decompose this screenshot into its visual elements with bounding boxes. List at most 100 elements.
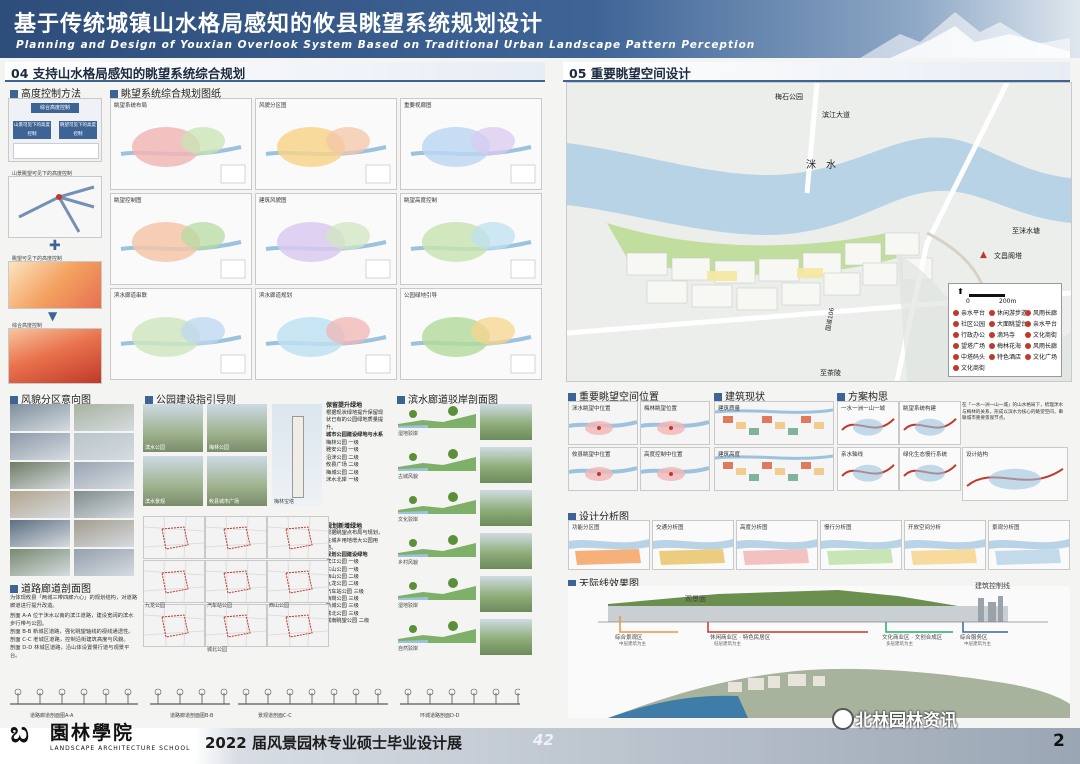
- park-list-item: 新城公园 三级: [326, 603, 359, 610]
- park-list-item: 沿洣公园 二级: [326, 454, 359, 461]
- legend-label: 文化商街: [961, 365, 986, 372]
- park-map-svg: [206, 561, 266, 602]
- legend-item: 亲水平台: [953, 308, 985, 317]
- viewpoint-map: 攸县眺望中位置: [568, 447, 638, 491]
- school-name-en: LANDSCAPE ARCHITECTURE SCHOOL: [50, 745, 191, 752]
- legend-dot-icon: [1025, 310, 1031, 316]
- wechat-account: 北林园林资讯: [855, 711, 957, 731]
- box-top: 综合高度控制: [31, 103, 79, 113]
- analysis-map: 慢行分析图: [820, 520, 902, 570]
- legend-label: 风雨长廊: [1033, 310, 1058, 317]
- box-right: 眺望可见下的高度控制: [59, 121, 97, 139]
- road-section-drawing: [400, 684, 520, 710]
- legend-label: 休闲游步道: [997, 310, 1028, 317]
- north-arrow-icon: ⬆: [957, 287, 964, 296]
- legend-dot-icon: [953, 332, 959, 338]
- legend-item: 亲水平台: [1025, 319, 1057, 328]
- legend-label: 特色酒店: [997, 354, 1022, 361]
- legend-dot-icon: [989, 343, 995, 349]
- park-map-svg: [206, 517, 266, 558]
- park-map-svg: [268, 517, 328, 558]
- legend-item: 望塔广场: [953, 341, 985, 350]
- road-section-drawing: [150, 684, 230, 710]
- legend-label: 大面眺望台: [997, 321, 1028, 328]
- park-photo-label: 滨水公园: [145, 445, 166, 451]
- park-list-item: 东山公园 一级: [326, 566, 359, 573]
- concept-label: 绿化生态慢行系统: [903, 452, 948, 458]
- park-list-item: 雅安公园 一级: [326, 447, 359, 453]
- style-photo: [10, 462, 70, 489]
- riverside-section-svg: [398, 449, 476, 471]
- riverside-section: [398, 490, 476, 514]
- riverside-section-svg: [398, 578, 476, 600]
- legend-label: 中塔码头: [961, 354, 986, 361]
- riverside-section-svg: [398, 406, 476, 428]
- pagoda-icon: ▲: [980, 250, 987, 260]
- riverside-section: [398, 404, 476, 428]
- overview-panel-label: 重要视廊图: [404, 103, 432, 109]
- legend-dot-icon: [1025, 354, 1031, 360]
- park-photo-label: 攸县城市广场: [209, 499, 240, 505]
- scale-zero: 0: [966, 298, 970, 305]
- exhibit-title: 2022 届风景园林专业硕士毕业设计展: [205, 734, 462, 752]
- skyline-render: [568, 586, 1070, 718]
- overview-panel-map: [120, 222, 246, 279]
- legend-item: 文化商街: [953, 363, 985, 372]
- wechat-icon: [832, 708, 854, 730]
- box-left: 山景可见下的高度控制: [13, 121, 51, 139]
- style-photo: [74, 491, 134, 518]
- skyline-zone: 文化商业区 · 文创合成区: [882, 635, 943, 641]
- analysis-map: 功能分区图: [568, 520, 650, 570]
- viewpoint-map: 洣水眺望中位置: [568, 401, 638, 445]
- analysis-label: 交通分析图: [656, 525, 684, 531]
- riverside-label: 文化驳岸: [398, 517, 419, 523]
- analysis-label: 高度分析图: [740, 525, 768, 531]
- legend-item: 社区公园: [953, 319, 985, 328]
- concept-label: 眺望系统构建: [903, 406, 937, 412]
- legend-dot-icon: [989, 310, 995, 316]
- park-group2: 规划新增绿地 根据眺望点布局与规划，在城乡用地增大公园用地。 规划公园建设绿地 …: [326, 523, 386, 643]
- park-photo: 滨水公园: [143, 404, 203, 452]
- park-list-item: 洣水北岸 一级: [326, 477, 359, 483]
- legend-label: 文化商街: [1033, 332, 1058, 339]
- park-photo: 滨水景观: [143, 456, 203, 506]
- park-group1-desc: 根据现状绿地提升保留现状已有的公园绿地质量提升。: [326, 409, 384, 431]
- park-group2-desc: 根据眺望点布局与规划，在城乡用地增大公园用地。: [326, 530, 384, 551]
- status-map: 建筑质量: [714, 401, 834, 445]
- viewpoint-label: 高度控制中位置: [644, 452, 683, 458]
- box-bottom: [13, 143, 99, 159]
- view-heatmap: [8, 261, 102, 309]
- park-list-item: 城南眺望公园 二级: [326, 617, 370, 624]
- legend-label: 社区公园: [961, 321, 986, 328]
- school-logo-icon: ಬ: [10, 716, 29, 749]
- section-05-bar: 05 重要眺望空间设计: [563, 62, 1070, 82]
- road-section-label: 景观道剖面C-C: [258, 713, 292, 719]
- page-title: 基于传统城镇山水格局感知的攸县眺望系统规划设计: [14, 12, 544, 37]
- style-photo: [74, 404, 134, 431]
- park-map-svg: [144, 561, 204, 602]
- park-group1-list: 梅林公园 一级 雅安公园 一级 沿洣公园 二级 攸县广场 二级 梅城公园 二级 洣水北岸 …: [326, 440, 386, 485]
- legend-item: 文化商街: [1025, 330, 1057, 339]
- legend-item: 休闲游步道: [989, 308, 1027, 317]
- overview-panel-label: 滨水廊道串联: [114, 293, 148, 299]
- pagoda-photo: 梅林宝塔: [272, 404, 322, 506]
- riverside-label: 湿地驳岸: [398, 603, 419, 609]
- park-group2-list: 滨江公园 一级 东山公园 一级 西山公园 二级 九龙公园 二级 汽车站公园 三级 西岗公园…: [326, 559, 386, 625]
- legend-item: 行政办公: [953, 330, 985, 339]
- concept-diagram: 设计结构: [962, 447, 1068, 501]
- park-map-label: 西山公园: [269, 603, 290, 609]
- overview-panel: 眺望系统布局: [110, 98, 252, 190]
- overview-panel-label: 公园绿地引导: [404, 293, 438, 299]
- analysis-map: 高度分析图: [736, 520, 818, 570]
- road-title: 道路廊道剖面图: [10, 580, 91, 595]
- riverside-label: 自然驳岸: [398, 646, 419, 652]
- skyline-zone: 综合服务区: [960, 635, 988, 641]
- analysis-map: 景观分析图: [988, 520, 1070, 570]
- overview-panel-map: [410, 222, 536, 279]
- overview-panel-label: 滨水廊道规划: [259, 293, 293, 299]
- analysis-label: 景观分析图: [992, 525, 1020, 531]
- park-map-tile: [267, 560, 329, 603]
- style-photo: [10, 520, 70, 547]
- park-map-label: 九龙公园: [145, 603, 166, 609]
- analysis-label: 功能分区图: [572, 525, 600, 531]
